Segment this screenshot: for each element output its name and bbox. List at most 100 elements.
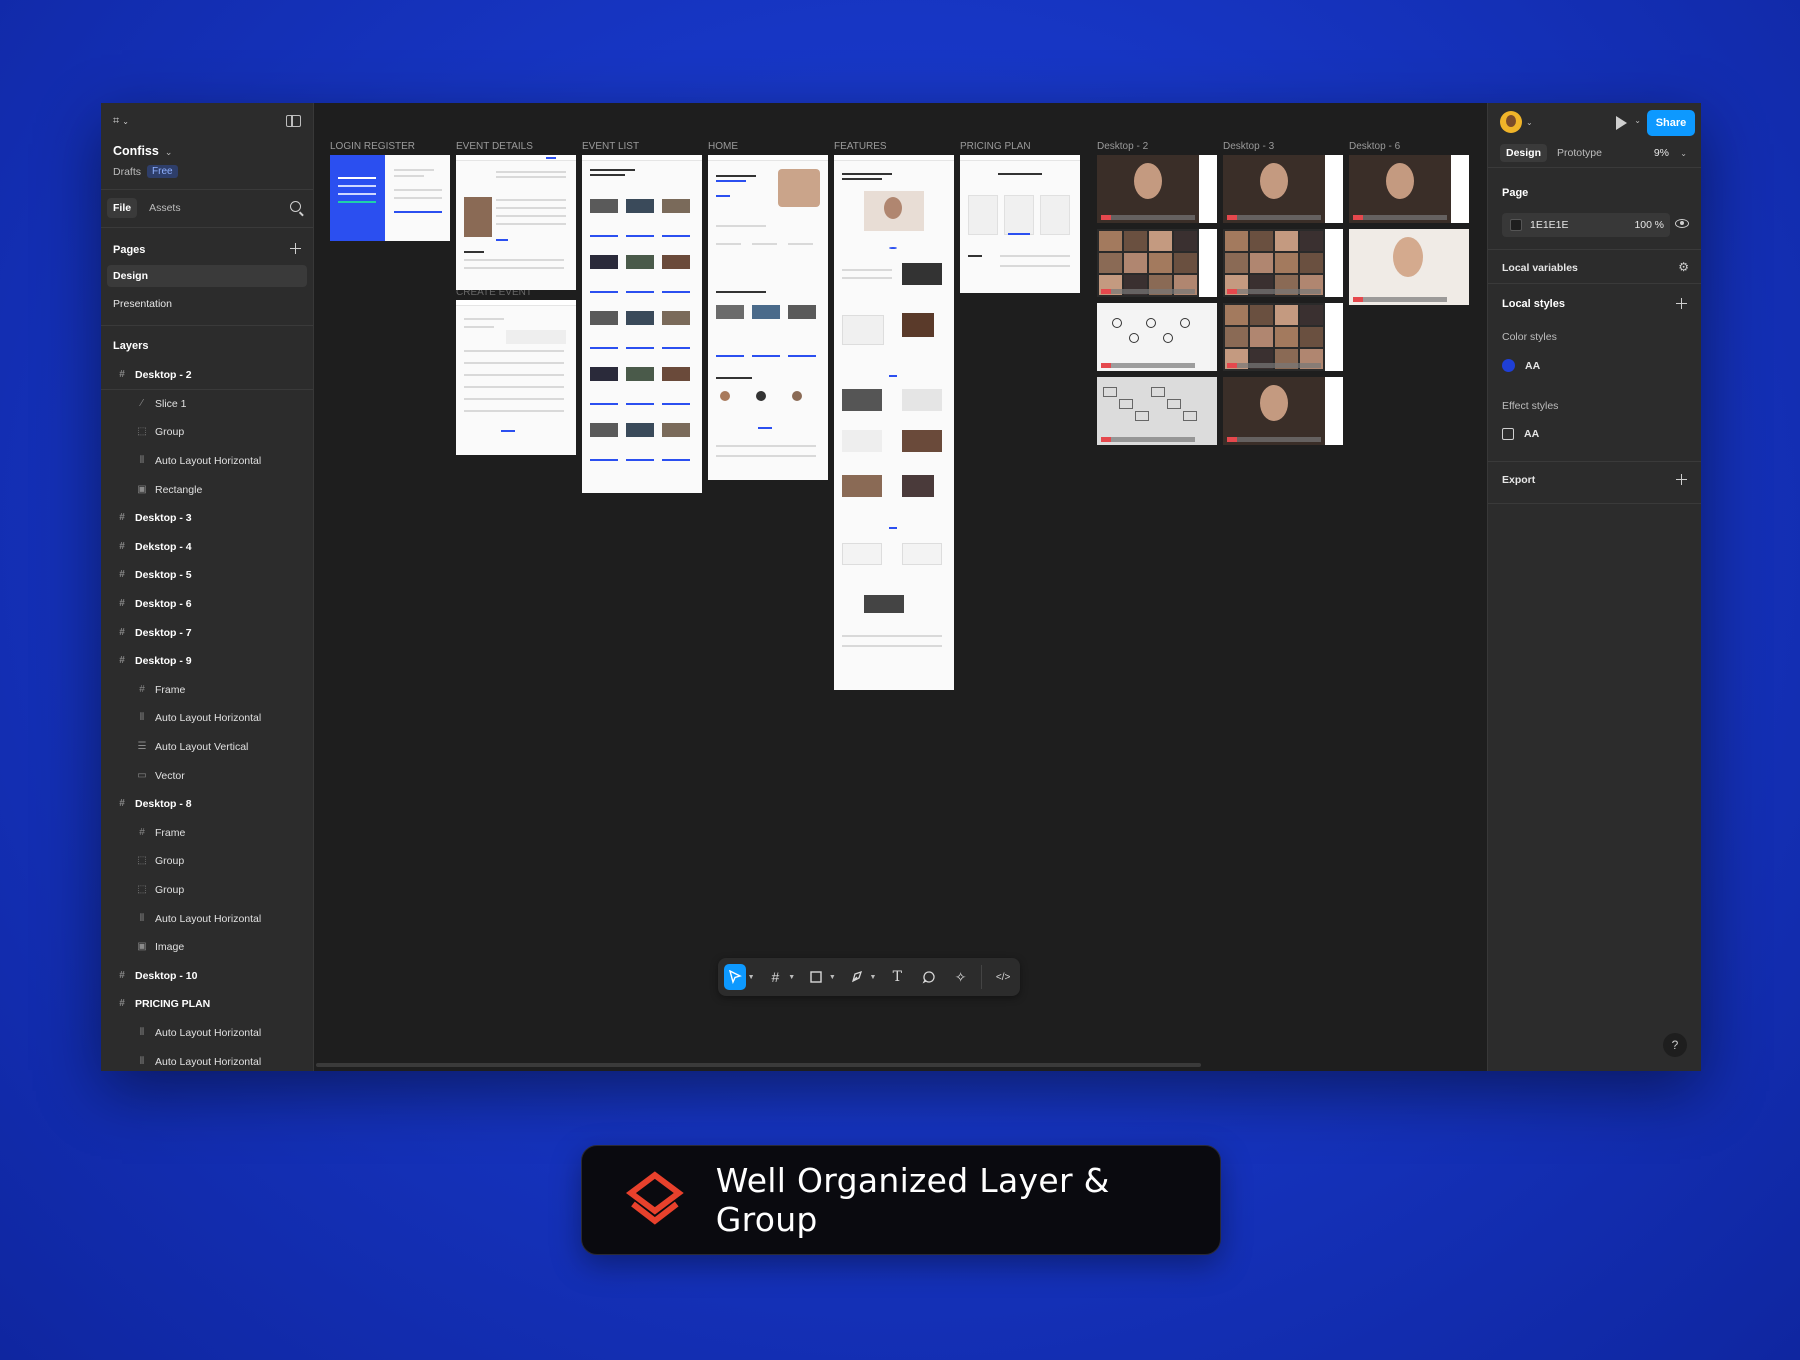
tab-file[interactable]: File: [107, 198, 138, 218]
actions-tool[interactable]: ✧: [950, 964, 972, 990]
frame-tool[interactable]: #: [765, 964, 787, 990]
horizontal-scrollbar[interactable]: [316, 1063, 1201, 1067]
help-button[interactable]: ?: [1663, 1033, 1687, 1057]
chevron-down-icon[interactable]: ▼: [788, 974, 795, 981]
search-icon[interactable]: [290, 201, 301, 212]
frame-event-details[interactable]: [456, 155, 576, 290]
frame-video-call[interactable]: [1097, 303, 1217, 371]
frame-video-call[interactable]: [1349, 155, 1469, 223]
frame-label-desktop-6[interactable]: Desktop - 6: [1349, 141, 1400, 152]
variables-icon[interactable]: ⚙: [1678, 260, 1689, 274]
frame-video-call[interactable]: [1223, 229, 1343, 297]
eye-icon[interactable]: [1675, 219, 1689, 228]
frame-video-call[interactable]: [1349, 229, 1469, 305]
frame-label-desktop-2[interactable]: Desktop - 2: [1097, 141, 1148, 152]
sidebar-toggle-icon[interactable]: [286, 115, 301, 127]
zoom-level[interactable]: 9%: [1654, 147, 1669, 159]
share-button[interactable]: Share: [1647, 110, 1695, 136]
add-export-icon[interactable]: [1676, 474, 1687, 485]
move-tool[interactable]: [724, 964, 746, 990]
frame-video-call[interactable]: [1097, 229, 1217, 297]
layer-row[interactable]: ▣ Image: [101, 933, 313, 962]
pen-tool[interactable]: [846, 964, 868, 990]
frame-video-call[interactable]: [1223, 377, 1343, 445]
chevron-down-icon[interactable]: ▼: [870, 974, 877, 981]
layer-name: Auto Layout Vertical: [155, 741, 249, 754]
layer-row[interactable]: # Desktop - 7: [101, 618, 313, 647]
layer-row[interactable]: # Desktop - 2: [101, 361, 313, 390]
event-card-thumbnail: [590, 423, 618, 437]
layer-row[interactable]: ▭ Vector: [101, 761, 313, 790]
layer-row[interactable]: # Desktop - 5: [101, 561, 313, 590]
text-tool[interactable]: T: [886, 964, 908, 990]
layer-row[interactable]: ▣ Rectangle: [101, 475, 313, 504]
frame-label-features[interactable]: FEATURES: [834, 141, 887, 152]
frame-create-event[interactable]: [456, 300, 576, 455]
tab-prototype[interactable]: Prototype: [1551, 144, 1608, 162]
layer-row[interactable]: ⫴ Auto Layout Horizontal: [101, 447, 313, 476]
avatar[interactable]: [1500, 111, 1522, 133]
page-opacity-value[interactable]: 100: [1634, 219, 1652, 231]
frame-pricing-plan[interactable]: [960, 155, 1080, 293]
dev-mode-toggle[interactable]: </>: [992, 964, 1014, 990]
chevron-down-icon[interactable]: ⌄: [1680, 149, 1687, 158]
color-swatch[interactable]: [1510, 219, 1522, 231]
layer-row[interactable]: # Dekstop - 4: [101, 533, 313, 562]
layer-row[interactable]: ⫴ Auto Layout Horizontal: [101, 1047, 313, 1071]
layer-row[interactable]: # Desktop - 8: [101, 790, 313, 819]
add-page-icon[interactable]: [290, 243, 301, 254]
frame-video-call[interactable]: [1223, 303, 1343, 371]
comment-tool[interactable]: [918, 964, 940, 990]
frame-label-desktop-3[interactable]: Desktop - 3: [1223, 141, 1274, 152]
layer-row[interactable]: # Desktop - 10: [101, 961, 313, 990]
tab-design[interactable]: Design: [1500, 144, 1548, 162]
page-item-design[interactable]: Design: [107, 265, 307, 287]
layer-row[interactable]: # Frame: [101, 819, 313, 848]
chevron-down-icon[interactable]: ▼: [829, 974, 836, 981]
frame-label-pricing[interactable]: PRICING PLAN: [960, 141, 1031, 152]
present-icon[interactable]: [1616, 116, 1627, 130]
layer-row[interactable]: # PRICING PLAN: [101, 990, 313, 1019]
frame-label-event-list[interactable]: EVENT LIST: [582, 141, 639, 152]
layer-row[interactable]: ⬚ Group: [101, 876, 313, 905]
layer-row[interactable]: ⫴ Auto Layout Horizontal: [101, 704, 313, 733]
drafts-label[interactable]: Drafts: [113, 166, 141, 178]
chevron-down-icon[interactable]: ⌄: [1526, 118, 1533, 127]
layer-row[interactable]: ☰ Auto Layout Vertical: [101, 733, 313, 762]
file-name[interactable]: Confiss ⌄: [113, 144, 172, 158]
page-color-value[interactable]: 1E1E1E: [1530, 219, 1569, 231]
canvas[interactable]: LOGIN REGISTER EVENT DETAILS CREATE EVEN…: [314, 103, 1487, 1071]
shape-tool[interactable]: [805, 964, 827, 990]
layer-row[interactable]: ⬚ Group: [101, 847, 313, 876]
main-menu-button[interactable]: ⌗ ⌄: [113, 115, 129, 128]
chevron-down-icon[interactable]: ▼: [748, 974, 755, 981]
effect-style-item[interactable]: AA: [1502, 428, 1539, 440]
layer-row[interactable]: # Frame: [101, 676, 313, 705]
frame-event-list[interactable]: [582, 155, 702, 493]
page-item-presentation[interactable]: Presentation: [107, 293, 307, 315]
layer-row[interactable]: ⬚ Group: [101, 418, 313, 447]
local-variables-label[interactable]: Local variables: [1502, 262, 1578, 274]
frame-home[interactable]: [708, 155, 828, 480]
page-color-field[interactable]: 1E1E1E 100 %: [1502, 213, 1670, 237]
add-style-icon[interactable]: [1676, 298, 1687, 309]
frame-label-login[interactable]: LOGIN REGISTER: [330, 141, 415, 152]
layer-row[interactable]: ⫴ Auto Layout Horizontal: [101, 904, 313, 933]
tab-assets[interactable]: Assets: [143, 198, 187, 218]
export-label[interactable]: Export: [1502, 474, 1535, 486]
layer-row[interactable]: ⫴ Auto Layout Horizontal: [101, 1019, 313, 1048]
color-style-item[interactable]: AA: [1502, 359, 1540, 372]
frame-video-call[interactable]: [1223, 155, 1343, 223]
chevron-down-icon[interactable]: ⌄: [1634, 116, 1641, 125]
frame-features[interactable]: [834, 155, 954, 690]
frame-video-call[interactable]: [1097, 155, 1217, 223]
layer-row[interactable]: ⁄ Slice 1: [101, 390, 313, 419]
layer-row[interactable]: # Desktop - 9: [101, 647, 313, 676]
frame-label-home[interactable]: HOME: [708, 141, 738, 152]
frame-login-register[interactable]: [330, 155, 450, 241]
frame-label-event-details[interactable]: EVENT DETAILS: [456, 141, 533, 152]
frame-video-call[interactable]: [1097, 377, 1217, 445]
layer-row[interactable]: # Desktop - 6: [101, 590, 313, 619]
layer-row[interactable]: # Desktop - 3: [101, 504, 313, 533]
opacity-unit: %: [1654, 219, 1664, 231]
